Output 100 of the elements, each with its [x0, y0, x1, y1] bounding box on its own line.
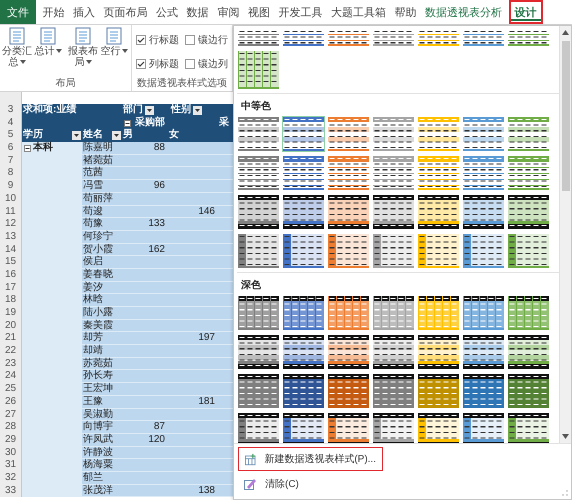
- menu-item[interactable]: 新建数据透视表样式(P)...: [238, 447, 383, 471]
- table-style-thumbnail[interactable]: [462, 412, 505, 443]
- table-style-thumbnail[interactable]: [282, 116, 325, 152]
- table-style-thumbnail[interactable]: [507, 194, 550, 230]
- table-style-thumbnail[interactable]: [282, 233, 325, 269]
- table-style-thumbnail[interactable]: [462, 233, 505, 269]
- table-style-thumbnail[interactable]: [507, 412, 550, 443]
- filter-dropdown-icon[interactable]: [72, 131, 81, 140]
- table-style-thumbnail[interactable]: [237, 373, 280, 409]
- table-style-thumbnail[interactable]: [507, 155, 550, 191]
- table-style-thumbnail[interactable]: [372, 194, 415, 230]
- ribbon-tab[interactable]: 数据透视表分析: [420, 0, 507, 24]
- checkbox[interactable]: [136, 59, 146, 69]
- ribbon-tab[interactable]: 视图: [244, 0, 274, 24]
- checkbox-label[interactable]: 行标题: [149, 33, 179, 47]
- filter-dropdown-icon[interactable]: [145, 106, 154, 115]
- scroll-down-icon[interactable]: [562, 434, 569, 439]
- table-style-thumbnail[interactable]: [417, 28, 460, 47]
- table-style-thumbnail[interactable]: [237, 194, 280, 230]
- table-style-thumbnail[interactable]: [417, 233, 460, 269]
- scrollbar[interactable]: [559, 26, 571, 443]
- table-style-thumbnail[interactable]: [237, 233, 280, 269]
- collapse-icon[interactable]: [124, 120, 131, 127]
- table-style-thumbnail[interactable]: [417, 373, 460, 409]
- table-style-thumbnail[interactable]: [327, 155, 370, 191]
- table-style-thumbnail[interactable]: [327, 116, 370, 152]
- resize-grip-icon[interactable]: [562, 490, 568, 496]
- table-style-thumbnail[interactable]: [462, 295, 505, 331]
- table-style-thumbnail[interactable]: [237, 412, 280, 443]
- filter-dropdown-icon[interactable]: [112, 131, 121, 140]
- table-style-thumbnail[interactable]: [372, 28, 415, 47]
- table-style-thumbnail[interactable]: [327, 28, 370, 47]
- collapse-icon[interactable]: [24, 144, 31, 152]
- table-style-thumbnail[interactable]: [237, 50, 280, 90]
- table-style-thumbnail[interactable]: [327, 233, 370, 269]
- table-style-thumbnail[interactable]: [462, 116, 505, 152]
- checkbox[interactable]: [136, 35, 146, 45]
- table-style-thumbnail[interactable]: [372, 295, 415, 331]
- table-style-thumbnail[interactable]: [327, 334, 370, 370]
- table-style-thumbnail[interactable]: [327, 295, 370, 331]
- table-style-thumbnail[interactable]: [372, 116, 415, 152]
- checkbox[interactable]: [185, 35, 195, 45]
- table-style-thumbnail[interactable]: [372, 155, 415, 191]
- table-style-thumbnail[interactable]: [372, 412, 415, 443]
- ribbon-tab[interactable]: 页面布局: [99, 0, 152, 24]
- filter-dropdown-icon[interactable]: [193, 106, 202, 115]
- ribbon-tab[interactable]: 公式: [152, 0, 182, 24]
- ribbon-tab[interactable]: 数据: [182, 0, 213, 24]
- table-style-thumbnail[interactable]: [417, 116, 460, 152]
- ribbon-tab[interactable]: 帮助: [390, 0, 421, 24]
- ribbon-tab[interactable]: 文件: [0, 0, 36, 24]
- table-style-thumbnail[interactable]: [282, 412, 325, 443]
- table-style-thumbnail[interactable]: [462, 194, 505, 230]
- ribbon-tab[interactable]: 开发工具: [274, 0, 327, 24]
- table-style-thumbnail[interactable]: [282, 373, 325, 409]
- table-style-thumbnail[interactable]: [462, 373, 505, 409]
- table-style-thumbnail[interactable]: [507, 233, 550, 269]
- table-style-thumbnail[interactable]: [507, 334, 550, 370]
- checkbox-label[interactable]: 镶边行: [198, 33, 228, 47]
- table-style-thumbnail[interactable]: [237, 116, 280, 152]
- ribbon-tab[interactable]: 开始: [38, 0, 69, 24]
- table-style-thumbnail[interactable]: [417, 412, 460, 443]
- table-style-thumbnail[interactable]: [417, 334, 460, 370]
- table-style-thumbnail[interactable]: [507, 28, 550, 47]
- ribbon-button[interactable]: 分类汇总: [2, 27, 32, 68]
- table-style-thumbnail[interactable]: [462, 155, 505, 191]
- table-style-thumbnail[interactable]: [282, 194, 325, 230]
- table-style-thumbnail[interactable]: [462, 334, 505, 370]
- scroll-up-icon[interactable]: [562, 30, 569, 35]
- table-style-thumbnail[interactable]: [282, 28, 325, 47]
- table-style-thumbnail[interactable]: [417, 194, 460, 230]
- table-style-thumbnail[interactable]: [327, 412, 370, 443]
- table-style-thumbnail[interactable]: [282, 295, 325, 331]
- table-style-thumbnail[interactable]: [462, 28, 505, 47]
- ribbon-button[interactable]: 空行: [99, 27, 129, 68]
- table-style-thumbnail[interactable]: [507, 295, 550, 331]
- table-style-thumbnail[interactable]: [282, 155, 325, 191]
- ribbon-tab[interactable]: 审阅: [212, 0, 244, 24]
- table-style-thumbnail[interactable]: [237, 155, 280, 191]
- table-style-thumbnail[interactable]: [507, 116, 550, 152]
- checkbox[interactable]: [185, 59, 195, 69]
- table-style-thumbnail[interactable]: [282, 334, 325, 370]
- scrollbar-thumb[interactable]: [562, 41, 570, 191]
- menu-item[interactable]: 清除(C): [238, 473, 383, 495]
- ribbon-button[interactable]: 报表布局: [68, 27, 98, 68]
- table-style-thumbnail[interactable]: [417, 295, 460, 331]
- checkbox-label[interactable]: 镶边列: [198, 57, 228, 71]
- ribbon-tab[interactable]: 大题工具箱: [326, 0, 390, 24]
- table-style-thumbnail[interactable]: [237, 295, 280, 331]
- table-style-thumbnail[interactable]: [372, 233, 415, 269]
- table-style-thumbnail[interactable]: [237, 334, 280, 370]
- table-style-thumbnail[interactable]: [327, 373, 370, 409]
- table-style-thumbnail[interactable]: [417, 155, 460, 191]
- table-style-thumbnail[interactable]: [237, 28, 280, 47]
- ribbon-tab[interactable]: 设计: [508, 0, 543, 24]
- table-style-thumbnail[interactable]: [327, 194, 370, 230]
- table-style-thumbnail[interactable]: [372, 334, 415, 370]
- table-style-thumbnail[interactable]: [507, 373, 550, 409]
- ribbon-tab[interactable]: 插入: [68, 0, 100, 24]
- ribbon-button[interactable]: 总计: [33, 27, 63, 68]
